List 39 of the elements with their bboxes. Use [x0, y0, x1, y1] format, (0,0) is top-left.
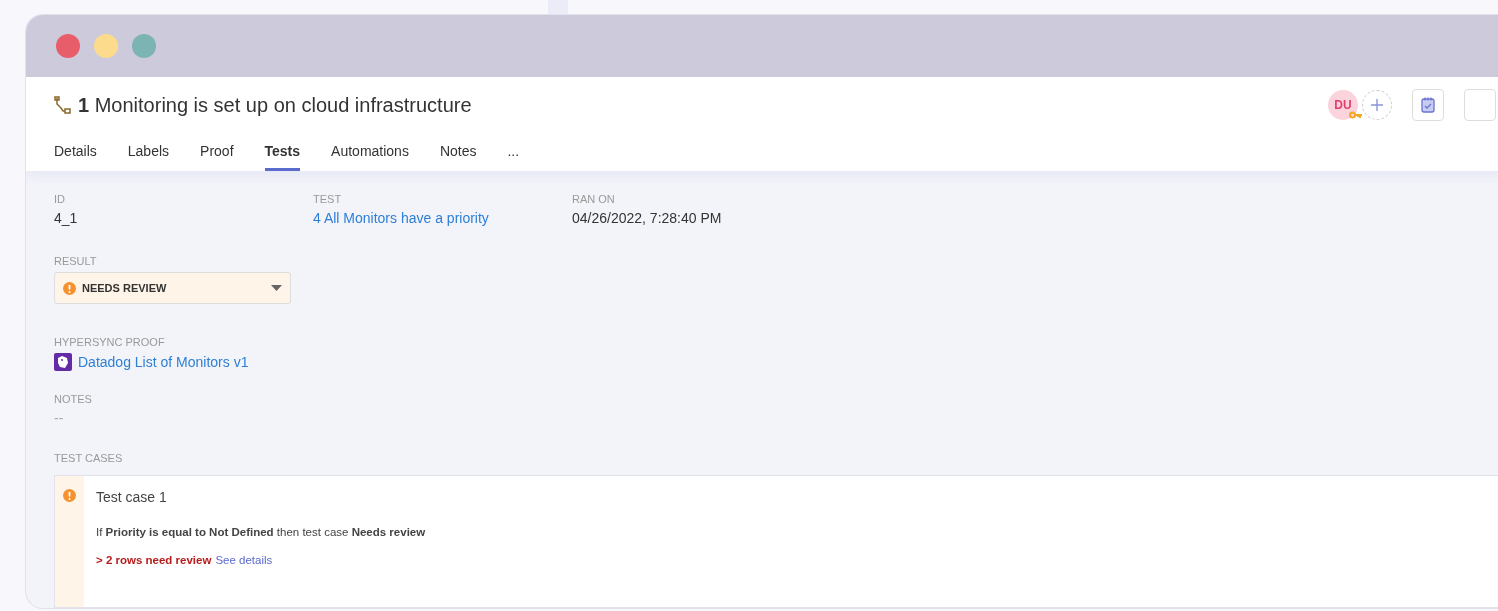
field-label: ID: [54, 193, 66, 205]
field-label: RESULT: [54, 255, 98, 267]
section-label: TEST CASES: [54, 452, 124, 464]
tab[interactable]: Automations: [331, 133, 409, 171]
calendar-button[interactable]: [1412, 89, 1444, 121]
field-value: 4_1: [54, 210, 79, 226]
notes-value: --: [54, 410, 65, 426]
tab[interactable]: Tests: [264, 133, 301, 171]
add-user-button[interactable]: [1362, 90, 1392, 120]
field-label: HYPERSYNC PROOF: [54, 336, 166, 348]
hierarchy-icon: [54, 96, 72, 114]
key-icon: [1349, 111, 1363, 119]
dog-logo-icon: [54, 353, 72, 371]
tab[interactable]: ...: [507, 133, 520, 171]
calendar-icon: [1419, 96, 1437, 114]
details-link[interactable]: See details: [215, 554, 273, 566]
review-warning: > 2 rows need review: [96, 554, 212, 566]
window-control-button[interactable]: [94, 34, 118, 58]
test-case-rule: If Priority is equal to Not Defined then test case Needs review: [96, 526, 426, 538]
window-control-button[interactable]: [132, 34, 156, 58]
page-title: 1 Monitoring is set up on cloud infrastructure: [78, 93, 472, 117]
result-dropdown[interactable]: NEEDS REVIEW: [54, 272, 291, 304]
window-control-button[interactable]: [56, 34, 80, 58]
tab[interactable]: Notes: [439, 133, 477, 171]
test-case-title: Test case 1: [96, 489, 168, 505]
alert-icon: [63, 281, 76, 295]
caret-icon: [271, 285, 282, 291]
alert-icon: [63, 489, 76, 502]
field-value: 04/26/2022, 7:28:40 PM: [572, 210, 723, 226]
toolbar-button[interactable]: [1464, 89, 1496, 121]
field-label: NOTES: [54, 393, 93, 405]
test-link[interactable]: 4 All Monitors have a priority: [313, 210, 572, 226]
field-label: TEST: [313, 193, 343, 205]
tab[interactable]: Proof: [200, 133, 234, 171]
plus-icon: [1370, 98, 1384, 112]
proof-link[interactable]: Datadog List of Monitors v1: [78, 354, 249, 370]
field-label: RAN ON: [572, 193, 616, 205]
tab[interactable]: Details: [54, 133, 97, 171]
tab[interactable]: Labels: [127, 133, 170, 171]
